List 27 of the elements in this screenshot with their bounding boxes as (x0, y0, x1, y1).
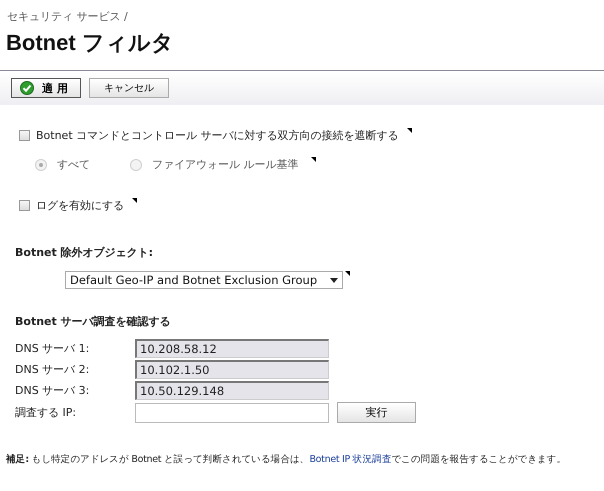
breadcrumb[interactable]: セキュリティ サービス / (7, 9, 128, 24)
tooltip-corner-icon (345, 271, 350, 276)
tooltip-corner-icon (310, 157, 316, 162)
checkbox-label: Botnet コマンドとコントロール サーバに対する双方向の接続を遮断する (36, 128, 399, 143)
section-heading: Botnet サーバ調査を確認する (15, 314, 172, 329)
field-label: 調査する IP: (15, 405, 78, 420)
field-label: DNS サーバ 2: (15, 362, 90, 377)
run-button[interactable]: 実行 (337, 402, 416, 423)
cancel-button[interactable]: キャンセル (89, 78, 169, 98)
checkbox-label: ログを有効にする (36, 198, 124, 213)
status-lookup-link[interactable]: Botnet IP 状況調査 (309, 454, 392, 465)
radio-label: すべて (57, 157, 90, 172)
checkbox[interactable] (19, 130, 30, 141)
page-title: Botnet フィルタ (6, 29, 175, 57)
dropdown-arrow-icon (330, 278, 338, 282)
check-icon (20, 81, 34, 95)
apply-button[interactable]: 適 用 (11, 78, 81, 98)
section-heading: Botnet 除外オブジェクト: (15, 245, 154, 260)
tooltip-corner-icon (406, 128, 412, 133)
ip-input-field[interactable] (135, 402, 329, 422)
field-label: DNS サーバ 1: (15, 341, 90, 356)
field-label: DNS サーバ 3: (15, 383, 90, 398)
checkbox[interactable] (19, 200, 30, 211)
tooltip-corner-icon (132, 198, 137, 203)
radio-label: ファイアウォール ルール基準 (152, 157, 298, 172)
exclusion-select[interactable]: Default Geo-IP and Botnet Exclusion Group (65, 271, 343, 289)
note-text: 補足: もし特定のアドレスが Botnet と誤って判断されている場合は、Botnet IP 状況調査でこの問題を報告することができます。 (6, 453, 568, 466)
